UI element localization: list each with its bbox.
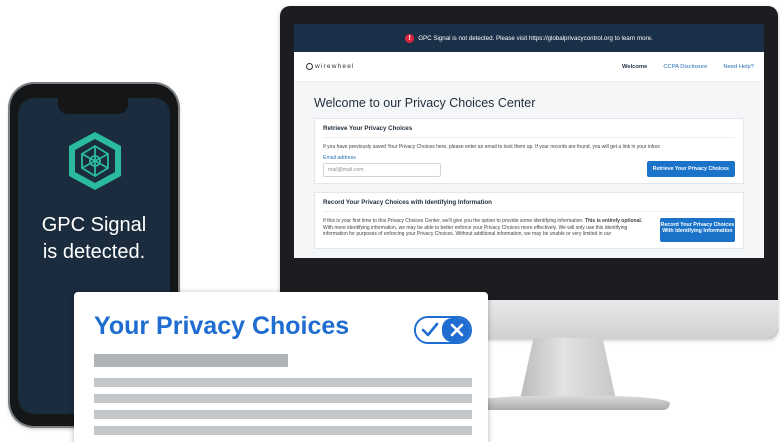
site-main: Welcome to our Privacy Choices Center Re… (294, 82, 764, 258)
placeholder-line (94, 426, 472, 435)
placeholder-line (94, 378, 472, 387)
monitor-stand-foot (470, 396, 670, 410)
retrieve-form: Email address mail@mail.com Retrieve You… (323, 151, 735, 177)
phone-message: GPC Signal is detected. (18, 212, 170, 266)
privacy-choices-toggle[interactable] (414, 316, 472, 344)
email-field[interactable]: mail@mail.com (323, 162, 441, 177)
privacy-choices-title: Your Privacy Choices (94, 312, 350, 340)
placeholder-line (94, 394, 472, 403)
retrieve-title: Retrieve Your Privacy Choices (323, 125, 735, 138)
check-icon (421, 322, 439, 337)
email-label: Email address (323, 154, 356, 161)
record-card: Record Your Privacy Choices with Identif… (314, 191, 744, 249)
gpc-shield-icon (69, 132, 121, 190)
nav-need-help[interactable]: Need Help? (723, 64, 754, 70)
phone-notch (58, 98, 128, 114)
record-description-bold: This is entirely optional. (584, 217, 643, 224)
page-title: Welcome to our Privacy Choices Center (314, 96, 536, 110)
nav-welcome[interactable]: Welcome (622, 64, 647, 70)
retrieve-description: If you have previously saved Your Privac… (323, 144, 660, 150)
gpc-banner: ! GPC Signal is not detected. Please vis… (294, 24, 764, 52)
nav-ccpa-disclosure[interactable]: CCPA Disclosure (663, 64, 707, 70)
logo-text: wirewheel (315, 63, 355, 70)
monitor-stand-neck (520, 338, 616, 400)
gpc-banner-text: GPC Signal is not detected. Please visit… (418, 34, 653, 42)
record-button[interactable]: Record Your Privacy Choices With Identif… (659, 217, 735, 242)
record-row: If this is your first time to this Priva… (323, 217, 735, 242)
wirewheel-logo-icon (306, 63, 313, 70)
email-group: Email address mail@mail.com (323, 151, 441, 177)
monitor-screen: ! GPC Signal is not detected. Please vis… (294, 24, 764, 258)
phone-message-line2: is detected. (42, 241, 146, 263)
site-logo[interactable]: wirewheel (306, 63, 355, 70)
phone-message-line1: GPC Signal (41, 214, 147, 236)
record-title: Record Your Privacy Choices with Identif… (323, 199, 735, 212)
record-description: If this is your first time to this Priva… (323, 218, 650, 238)
retrieve-card: Retrieve Your Privacy Choices If you hav… (314, 118, 744, 184)
site-nav: Welcome CCPA Disclosure Need Help? (622, 64, 754, 70)
placeholder-line (94, 410, 472, 419)
close-icon (450, 323, 464, 337)
record-description-end: With more identifying information, we ma… (323, 224, 628, 238)
record-description-start: If this is your first time to this Priva… (323, 217, 584, 224)
retrieve-button[interactable]: Retrieve Your Privacy Choices (646, 160, 735, 177)
privacy-choices-card: Your Privacy Choices (74, 292, 488, 442)
site-header: wirewheel Welcome CCPA Disclosure Need H… (294, 52, 764, 82)
placeholder-line-heading (94, 354, 288, 367)
warning-icon: ! (405, 33, 415, 43)
stage: ! GPC Signal is not detected. Please vis… (0, 0, 780, 442)
